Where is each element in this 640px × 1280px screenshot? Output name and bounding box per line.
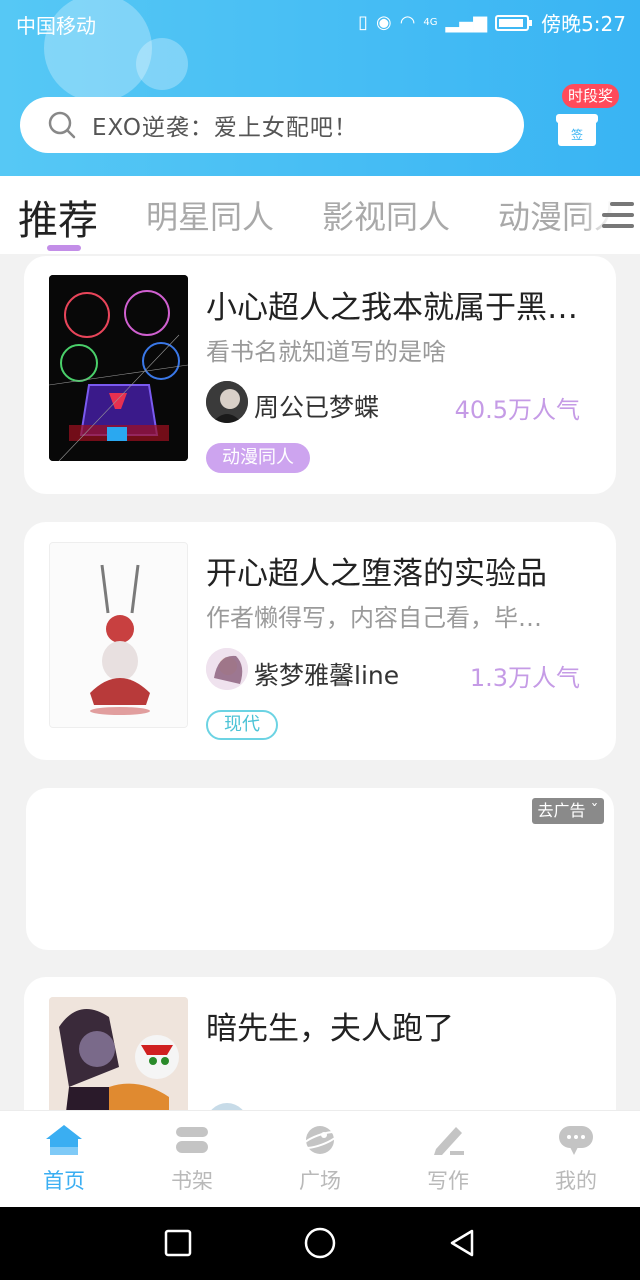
book-title: 开心超人之堕落的实验品 [206, 556, 547, 592]
active-tab-indicator [47, 245, 81, 251]
network-type-label: 4G [423, 17, 438, 28]
remove-ad-button[interactable]: 去广告 ˇ [532, 798, 604, 824]
status-icons: ▯ ◉ ◠ 4G ▂▄▆ 傍晚5:27 [358, 8, 626, 37]
vibrate-icon: ▯ [358, 12, 368, 33]
bottom-navigation: 首页 书架 广场 写作 我的 [0, 1110, 640, 1207]
carrier-label: 中国移动 [16, 14, 96, 38]
book-cover-image [49, 542, 188, 728]
nav-profile[interactable]: 我的 [526, 1123, 626, 1195]
book-cover-image [49, 275, 188, 461]
tab-celebrity-fanfic[interactable]: 明星同人 [146, 192, 274, 238]
bookshelf-icon [172, 1123, 212, 1157]
eye-icon: ◉ [375, 12, 392, 33]
author-avatar [206, 381, 248, 423]
book-card[interactable]: 小心超人之我本就属于黑… 看书名就知道写的是啥 周公已梦蝶 40.5万人气 动漫… [24, 256, 616, 494]
nav-label: 首页 [43, 1169, 85, 1193]
book-description: 作者懒得写，内容自己看，毕… [206, 604, 542, 632]
author-avatar [206, 648, 248, 690]
nav-label: 写作 [427, 1169, 469, 1193]
popularity-count: 1.3万人气 [469, 664, 580, 692]
system-navigation-bar [0, 1207, 640, 1280]
decorative-bubble [136, 38, 188, 90]
book-title: 小心超人之我本就属于黑… [206, 290, 578, 326]
search-icon [48, 111, 76, 139]
status-bar: 中国移动 ▯ ◉ ◠ 4G ▂▄▆ 傍晚5:27 [0, 0, 640, 44]
battery-icon [495, 14, 533, 31]
author-name: 紫梦雅馨line [254, 661, 400, 690]
nav-label: 我的 [555, 1169, 597, 1193]
nav-bookshelf[interactable]: 书架 [142, 1123, 242, 1195]
book-title: 暗先生，夫人跑了 [206, 1011, 454, 1047]
search-bar[interactable]: EXO逆袭：爱上女配吧！ [20, 97, 524, 153]
reward-badge: 时段奖 [562, 84, 620, 108]
home-button-icon[interactable] [304, 1227, 336, 1259]
pen-icon [428, 1123, 468, 1157]
category-tag[interactable]: 现代 [206, 710, 278, 740]
recent-apps-icon[interactable] [164, 1229, 192, 1257]
book-description: 看书名就知道写的是啥 [206, 338, 446, 366]
popularity-count: 40.5万人气 [454, 396, 580, 424]
nav-label: 广场 [299, 1169, 341, 1193]
app-header: 中国移动 ▯ ◉ ◠ 4G ▂▄▆ 傍晚5:27 EXO逆袭：爱上女配吧！ 时段… [0, 0, 640, 176]
back-icon[interactable] [450, 1229, 474, 1257]
tab-recommend[interactable]: 推荐 [18, 188, 98, 246]
tab-film-fanfic[interactable]: 影视同人 [322, 192, 450, 238]
nav-write[interactable]: 写作 [398, 1123, 498, 1195]
sign-in-button[interactable]: 时段奖 签 [556, 82, 628, 148]
nav-label: 书架 [171, 1169, 213, 1193]
clock: 傍晚5:27 [541, 12, 626, 36]
chat-bubble-icon [556, 1123, 596, 1157]
planet-icon [300, 1123, 340, 1157]
nav-home[interactable]: 首页 [14, 1123, 114, 1195]
gift-icon: 签 [556, 112, 598, 146]
search-placeholder: EXO逆袭：爱上女配吧！ [92, 115, 358, 141]
ad-banner[interactable]: 去广告 ˇ [26, 788, 614, 950]
category-tabs: 推荐 明星同人 影视同人 动漫同人 [0, 176, 640, 254]
category-tag[interactable]: 动漫同人 [206, 443, 310, 473]
wifi-icon: ◠ [399, 12, 416, 33]
tab-menu-icon[interactable] [602, 202, 634, 230]
home-icon [44, 1123, 84, 1157]
book-card[interactable]: 开心超人之堕落的实验品 作者懒得写，内容自己看，毕… 紫梦雅馨line 1.3万… [24, 522, 616, 760]
author-name: 周公已梦蝶 [254, 393, 380, 422]
nav-plaza[interactable]: 广场 [270, 1123, 370, 1195]
signal-icon: ▂▄▆ [445, 12, 488, 33]
sign-in-icon-label: 签 [570, 128, 583, 142]
